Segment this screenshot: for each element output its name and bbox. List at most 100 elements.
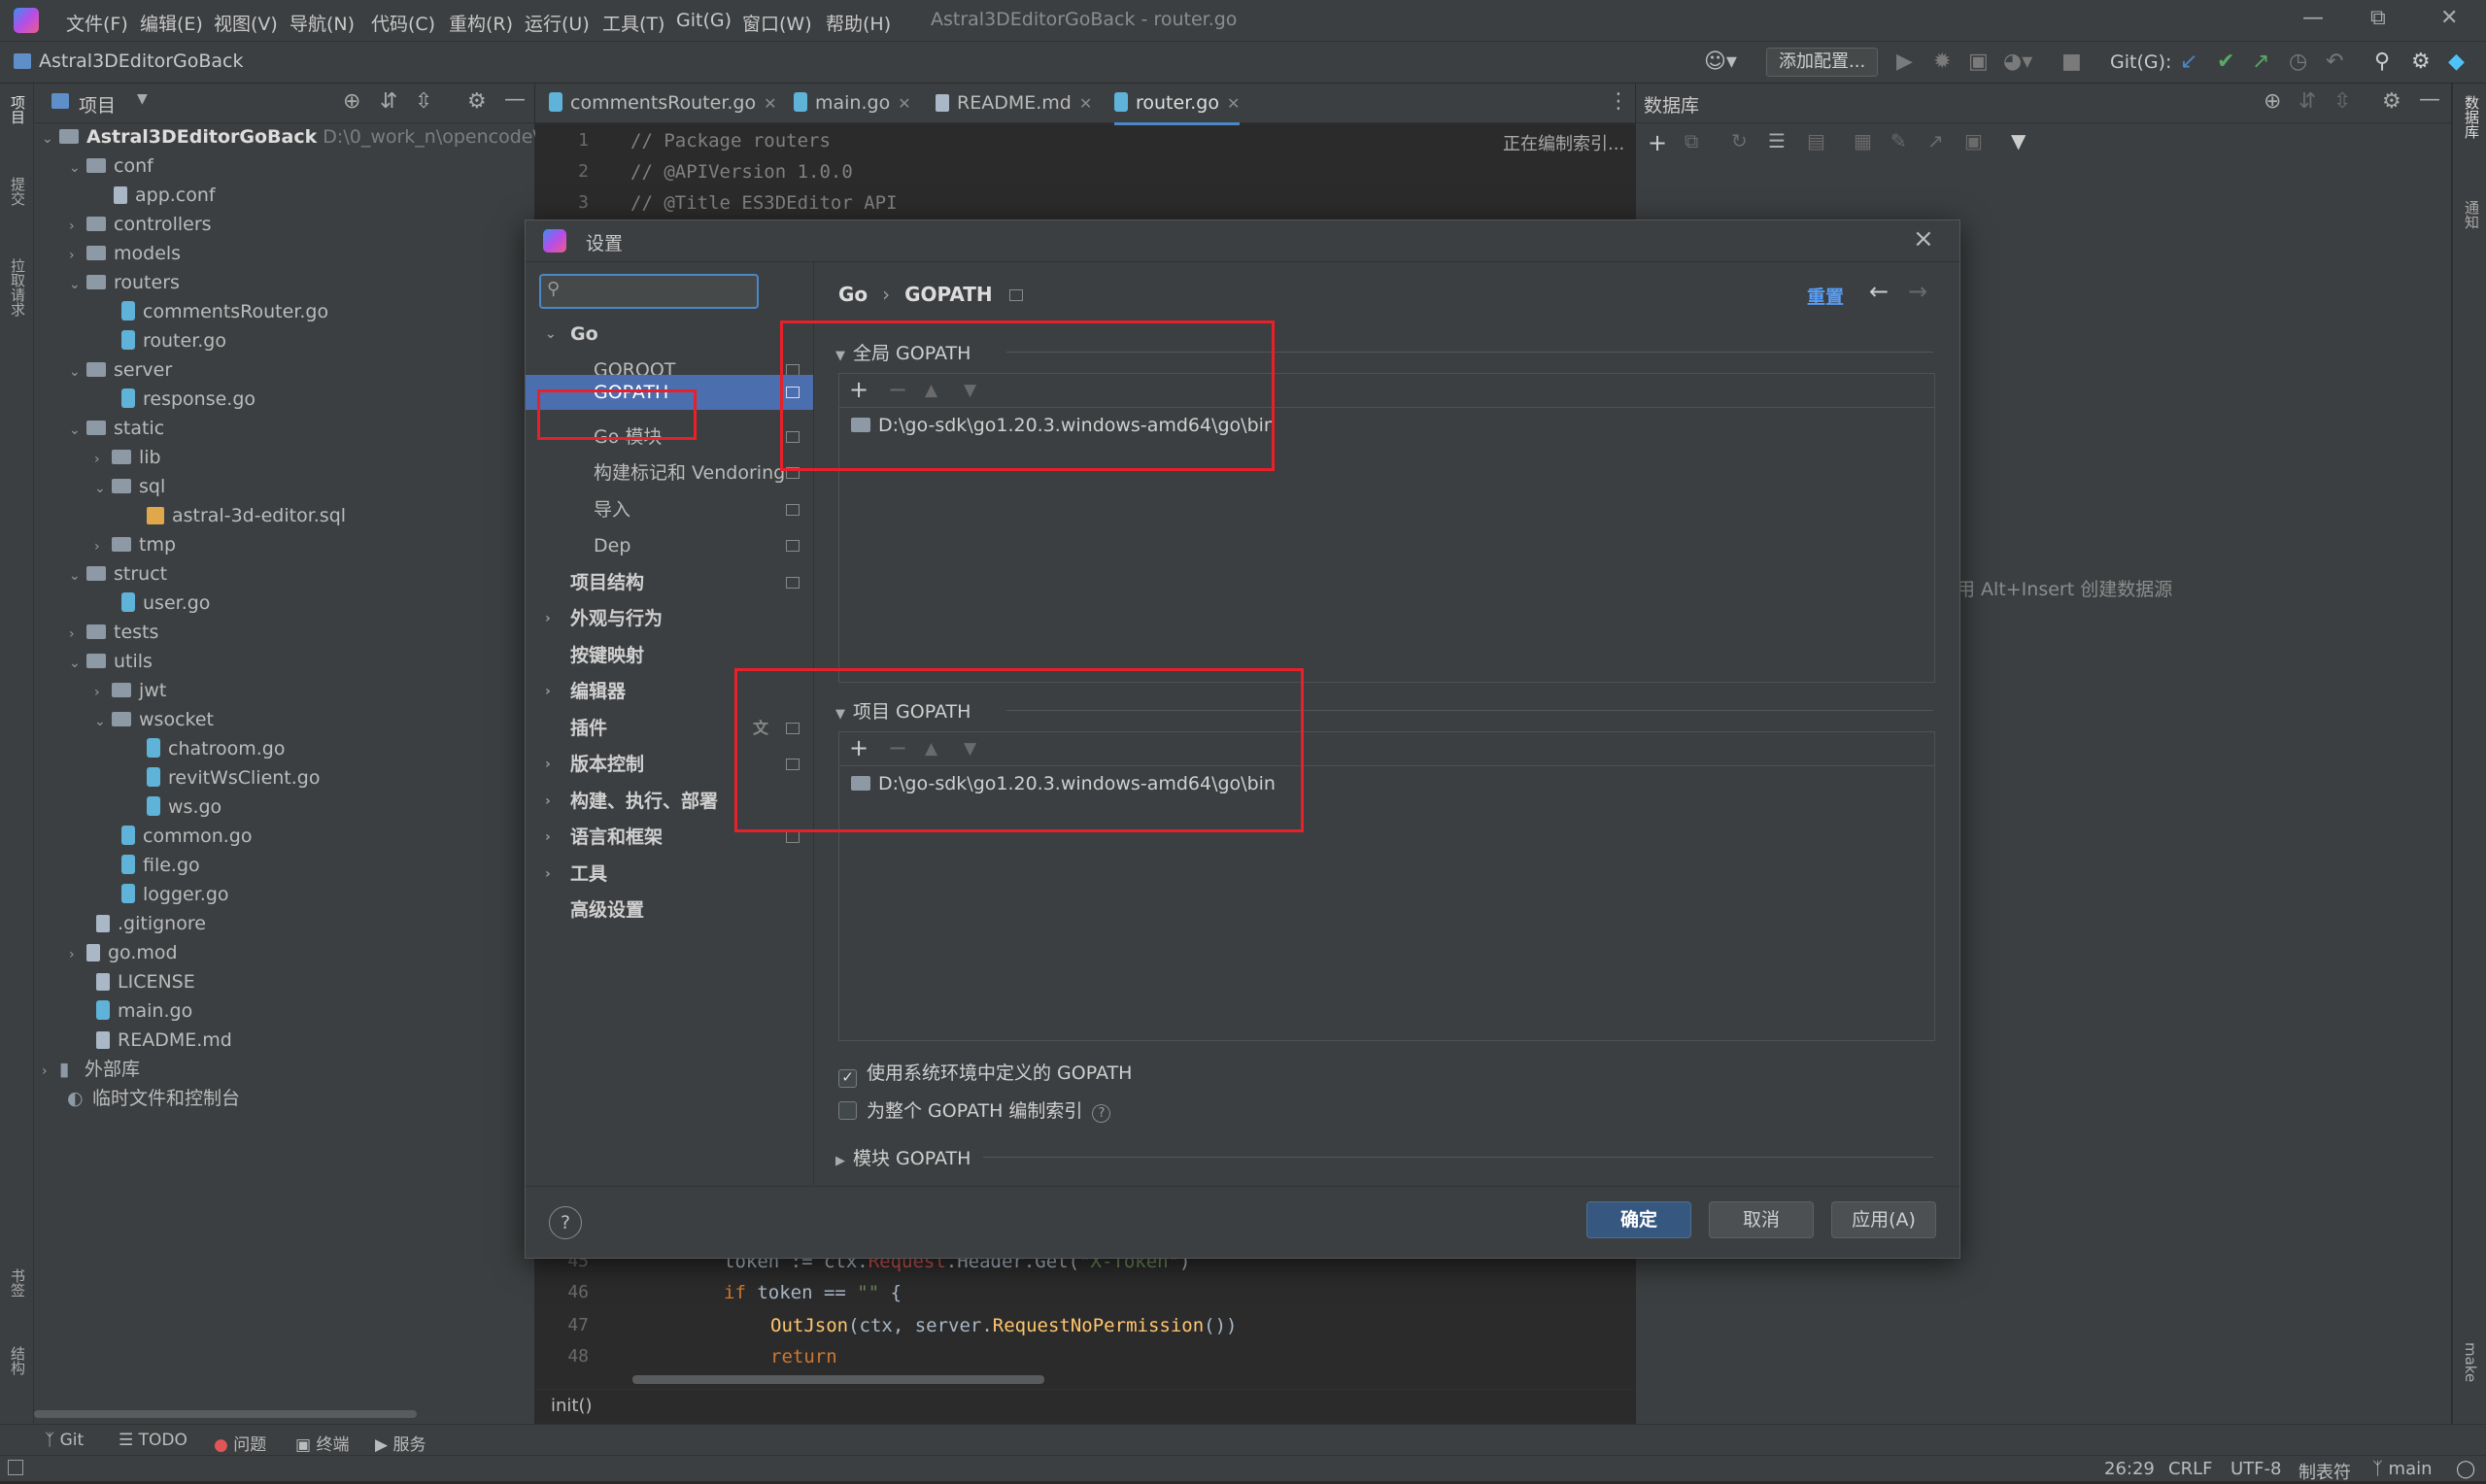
menu-edit[interactable]: 编辑(E) xyxy=(140,10,203,36)
global-gopath-section[interactable]: ▼ 全局 GOPATH xyxy=(835,339,971,365)
settings-item-gopath[interactable]: GOPATH xyxy=(526,375,813,410)
project-gopath-list[interactable]: + − ▲ ▼ D:\go-sdk\go1.20.3.windows-amd64… xyxy=(838,731,1935,1041)
tree-item-go-mod[interactable]: › go.mod xyxy=(69,938,178,967)
global-gopath-entry[interactable]: D:\go-sdk\go1.20.3.windows-amd64\go\bin xyxy=(851,415,1276,436)
tree-item-tests[interactable]: › tests xyxy=(69,618,158,647)
project-gopath-section[interactable]: ▼ 项目 GOPATH xyxy=(835,697,971,724)
tree-item-utils[interactable]: ⌄ utils xyxy=(69,647,153,676)
project-name[interactable]: Astral3DEditorGoBack xyxy=(39,51,244,72)
settings-item-project-structure[interactable]: 项目结构 xyxy=(526,565,813,600)
copy-icon[interactable]: ⧉ xyxy=(1685,129,1698,152)
table-icon[interactable]: ▦ xyxy=(1854,129,1872,152)
tab-main-go[interactable]: main.go ✕ xyxy=(794,84,911,122)
tree-item-lib[interactable]: › lib xyxy=(94,443,161,472)
close-tab-icon[interactable]: ✕ xyxy=(1079,94,1092,113)
remove-icon[interactable]: − xyxy=(888,376,907,403)
close-tab-icon[interactable]: ✕ xyxy=(898,94,910,113)
use-system-gopath-checkbox[interactable]: ✓ 使用系统环境中定义的 GOPATH xyxy=(838,1059,1132,1088)
console-icon[interactable]: ▣ xyxy=(1964,129,1983,152)
settings-item-go[interactable]: ⌄ Go xyxy=(526,317,813,352)
tree-item-user-go[interactable]: user.go xyxy=(121,589,210,618)
panel-settings-icon[interactable]: ⚙ xyxy=(2382,89,2401,114)
settings-item-go-modules[interactable]: Go 模块 xyxy=(526,420,813,455)
index-entire-gopath-checkbox[interactable]: 为整个 GOPATH 编制索引? xyxy=(838,1096,1111,1123)
make-toolwindow-tab[interactable]: make xyxy=(2462,1342,2479,1382)
menu-tools[interactable]: 工具(T) xyxy=(602,10,664,36)
toggle-toolwindows-icon[interactable] xyxy=(8,1460,23,1475)
tree-item-logger-go[interactable]: logger.go xyxy=(121,880,229,909)
hide-panel-icon[interactable]: — xyxy=(504,87,526,112)
menu-run[interactable]: 运行(U) xyxy=(525,10,590,36)
indent-setting[interactable]: 制表符 xyxy=(2299,1459,2351,1484)
user-icon[interactable]: ☺▾ xyxy=(1704,50,1737,74)
settings-search-input[interactable]: ⚲ xyxy=(539,274,759,309)
tree-item-conf[interactable]: ⌄ conf xyxy=(69,152,153,181)
toolwindow-services[interactable]: ▶ 服务 xyxy=(375,1431,426,1455)
code-line[interactable]: // @APIVersion 1.0.0 xyxy=(630,161,853,183)
tree-item-commentsrouter-go[interactable]: commentsRouter.go xyxy=(121,297,328,326)
line-separator[interactable]: CRLF xyxy=(2168,1459,2212,1479)
toolwindow-git[interactable]: ᛉ Git xyxy=(45,1431,84,1450)
bookmarks-toolwindow-tab[interactable]: 书签 xyxy=(8,1268,28,1298)
move-up-icon[interactable]: ▲ xyxy=(925,739,937,759)
tab-commentsrouter-go[interactable]: commentsRouter.go ✕ xyxy=(549,84,777,122)
menu-file[interactable]: 文件(F) xyxy=(66,10,128,36)
tree-item-chatroom-go[interactable]: chatroom.go xyxy=(147,734,285,763)
commit-toolwindow-tab[interactable]: 提交 xyxy=(8,177,28,206)
code-line-47[interactable]: OutJson(ctx, server.RequestNoPermission(… xyxy=(770,1315,1237,1336)
close-window-icon[interactable]: ✕ xyxy=(2440,6,2458,30)
caret-position[interactable]: 26:29 xyxy=(2104,1459,2155,1479)
tree-item-router-go[interactable]: router.go xyxy=(121,326,226,355)
stop-icon[interactable]: ▤ xyxy=(1807,129,1825,152)
toolwindow-problems[interactable]: ● 问题 xyxy=(214,1431,266,1455)
tree-item-file-go[interactable]: file.go xyxy=(121,851,200,880)
ok-button[interactable]: 确定 xyxy=(1586,1201,1691,1238)
code-line-46[interactable]: if token == "" { xyxy=(724,1282,902,1303)
collapse-all-icon[interactable]: ⇳ xyxy=(2333,89,2351,114)
toolwindow-terminal[interactable]: ▣ 终端 xyxy=(295,1431,349,1455)
tab-router-go[interactable]: router.go ✕ xyxy=(1114,84,1241,125)
expand-all-icon[interactable]: ⇵ xyxy=(2299,89,2316,114)
tree-item-wsocket[interactable]: ⌄ wsocket xyxy=(94,705,214,734)
add-icon[interactable]: + xyxy=(849,376,868,403)
tree-item-astral-sql[interactable]: astral-3d-editor.sql xyxy=(147,501,346,530)
database-toolwindow-tab[interactable]: 数据库 xyxy=(2462,95,2482,139)
horizontal-scrollbar[interactable] xyxy=(34,1410,417,1418)
menu-navigate[interactable]: 导航(N) xyxy=(289,10,355,36)
settings-item-keymap[interactable]: 按键映射 xyxy=(526,638,813,673)
settings-item-build-execution[interactable]: › 构建、执行、部署 xyxy=(526,784,813,819)
menu-git[interactable]: Git(G) xyxy=(676,10,732,31)
code-line[interactable]: // @Title ES3DEditor API xyxy=(630,192,898,214)
expand-all-icon[interactable]: ⇵ xyxy=(380,89,397,114)
hide-panel-icon[interactable]: — xyxy=(2419,87,2440,112)
global-gopath-list[interactable]: + − ▲ ▼ D:\go-sdk\go1.20.3.windows-amd64… xyxy=(838,373,1935,683)
tree-item-server[interactable]: ⌄ server xyxy=(69,355,172,385)
help-button[interactable]: ? xyxy=(549,1206,582,1239)
breadcrumb-function[interactable]: init() xyxy=(551,1396,593,1416)
locate-icon[interactable]: ⊕ xyxy=(343,89,360,114)
menu-view[interactable]: 视图(V) xyxy=(214,10,278,36)
module-gopath-section[interactable]: ▶ 模块 GOPATH xyxy=(835,1144,971,1170)
dialog-close-icon[interactable]: × xyxy=(1913,224,1934,253)
menu-code[interactable]: 代码(C) xyxy=(371,10,435,36)
toolbox-icon[interactable]: ◆ xyxy=(2448,50,2465,74)
menu-refactor[interactable]: 重构(R) xyxy=(449,10,513,36)
tree-item-common-go[interactable]: common.go xyxy=(121,822,252,851)
tree-item-sql[interactable]: ⌄ sql xyxy=(94,472,165,501)
settings-gear-icon[interactable]: ⚙ xyxy=(2411,50,2431,74)
lock-icon[interactable]: ◯ xyxy=(2456,1459,2475,1479)
tree-item-controllers[interactable]: › controllers xyxy=(69,210,212,239)
pull-requests-toolwindow-tab[interactable]: 拉取请求 xyxy=(8,258,28,317)
editor-horizontal-scrollbar[interactable] xyxy=(632,1375,1044,1384)
tree-item-readme[interactable]: README.md xyxy=(96,1026,232,1055)
tree-root[interactable]: ⌄ Astral3DEditorGoBack D:\0_work_n\openco… xyxy=(42,122,588,152)
locate-icon[interactable]: ⊕ xyxy=(2264,89,2281,114)
help-question-icon[interactable]: ? xyxy=(1092,1104,1111,1123)
code-line-48[interactable]: return xyxy=(770,1346,837,1367)
profile-icon[interactable]: ◕▾ xyxy=(2003,50,2032,74)
tree-item-routers[interactable]: ⌄ routers xyxy=(69,268,180,297)
tree-item-response-go[interactable]: response.go xyxy=(121,385,255,414)
move-down-icon[interactable]: ▼ xyxy=(964,739,976,759)
breadcrumb-parent[interactable]: Go xyxy=(838,283,868,306)
git-history-icon[interactable]: ◷ xyxy=(2289,50,2307,74)
